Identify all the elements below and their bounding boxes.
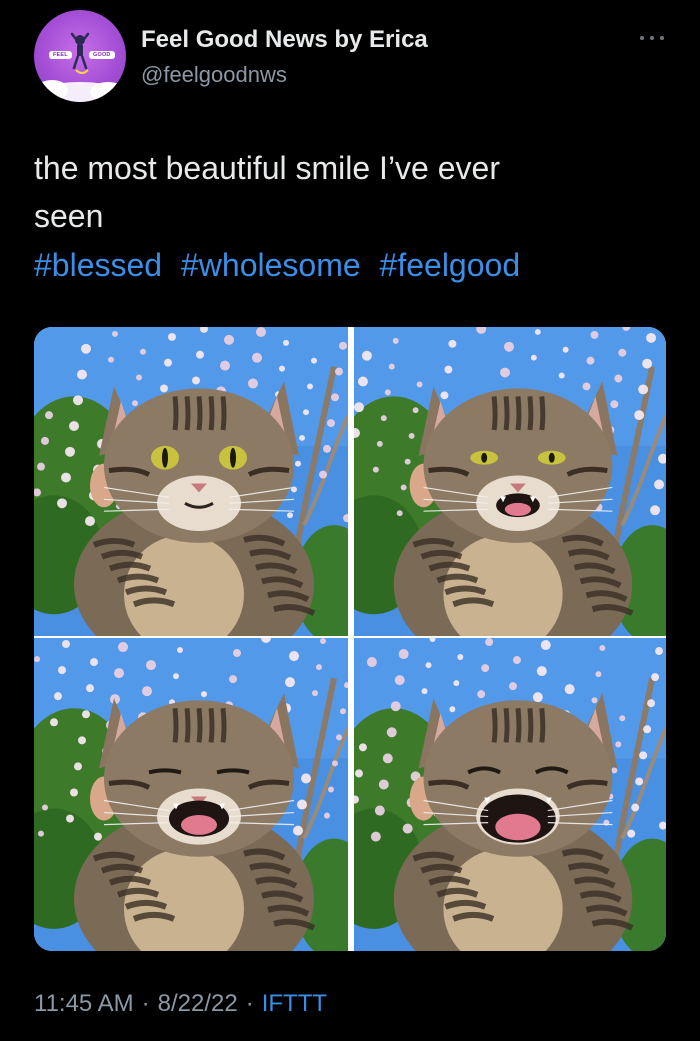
hashtag-row: #blessed #wholesome #feelgood [34,241,520,289]
cat-photo-3[interactable] [34,638,348,951]
hashtag-link[interactable]: #blessed [34,247,162,283]
meta-separator: · [141,990,150,1017]
tweet: FEEL GOOD Feel Good News by Erica @feelg… [0,0,700,1041]
avatar-label-right: GOOD [89,51,115,59]
tweet-text: the most beautiful smile I’ve ever seen [34,144,654,240]
cat-photo-2[interactable] [354,327,666,636]
author-display-name[interactable]: Feel Good News by Erica [141,26,428,54]
media-grid [34,327,666,951]
tweet-time: 11:45 AM [34,990,134,1017]
more-dots-icon [640,36,644,40]
more-options-button[interactable] [636,28,668,48]
author-handle[interactable]: @feelgoodnws [141,62,287,88]
cat-photo-1[interactable] [34,327,348,636]
tweet-source-link[interactable]: IFTTT [262,990,327,1017]
avatar-label-left: FEEL [49,51,72,59]
cat-photo-image [354,638,666,951]
cat-photo-image [354,327,666,636]
meta-separator: · [245,990,254,1017]
avatar[interactable]: FEEL GOOD [34,10,126,102]
more-dot [650,36,654,40]
tweet-meta: 11:45 AM · 8/22/22 · IFTTT [34,990,327,1018]
tweet-text-line: seen [34,198,104,234]
more-dot [660,36,664,40]
cat-photo-image [34,638,348,951]
hashtag-link[interactable]: #wholesome [181,247,361,283]
cat-photo-image [34,327,348,636]
cat-photo-4[interactable] [354,638,666,951]
tweet-date: 8/22/22 [157,990,238,1017]
hashtag-link[interactable]: #feelgood [380,247,521,283]
tweet-text-line: the most beautiful smile I’ve ever [34,150,500,186]
